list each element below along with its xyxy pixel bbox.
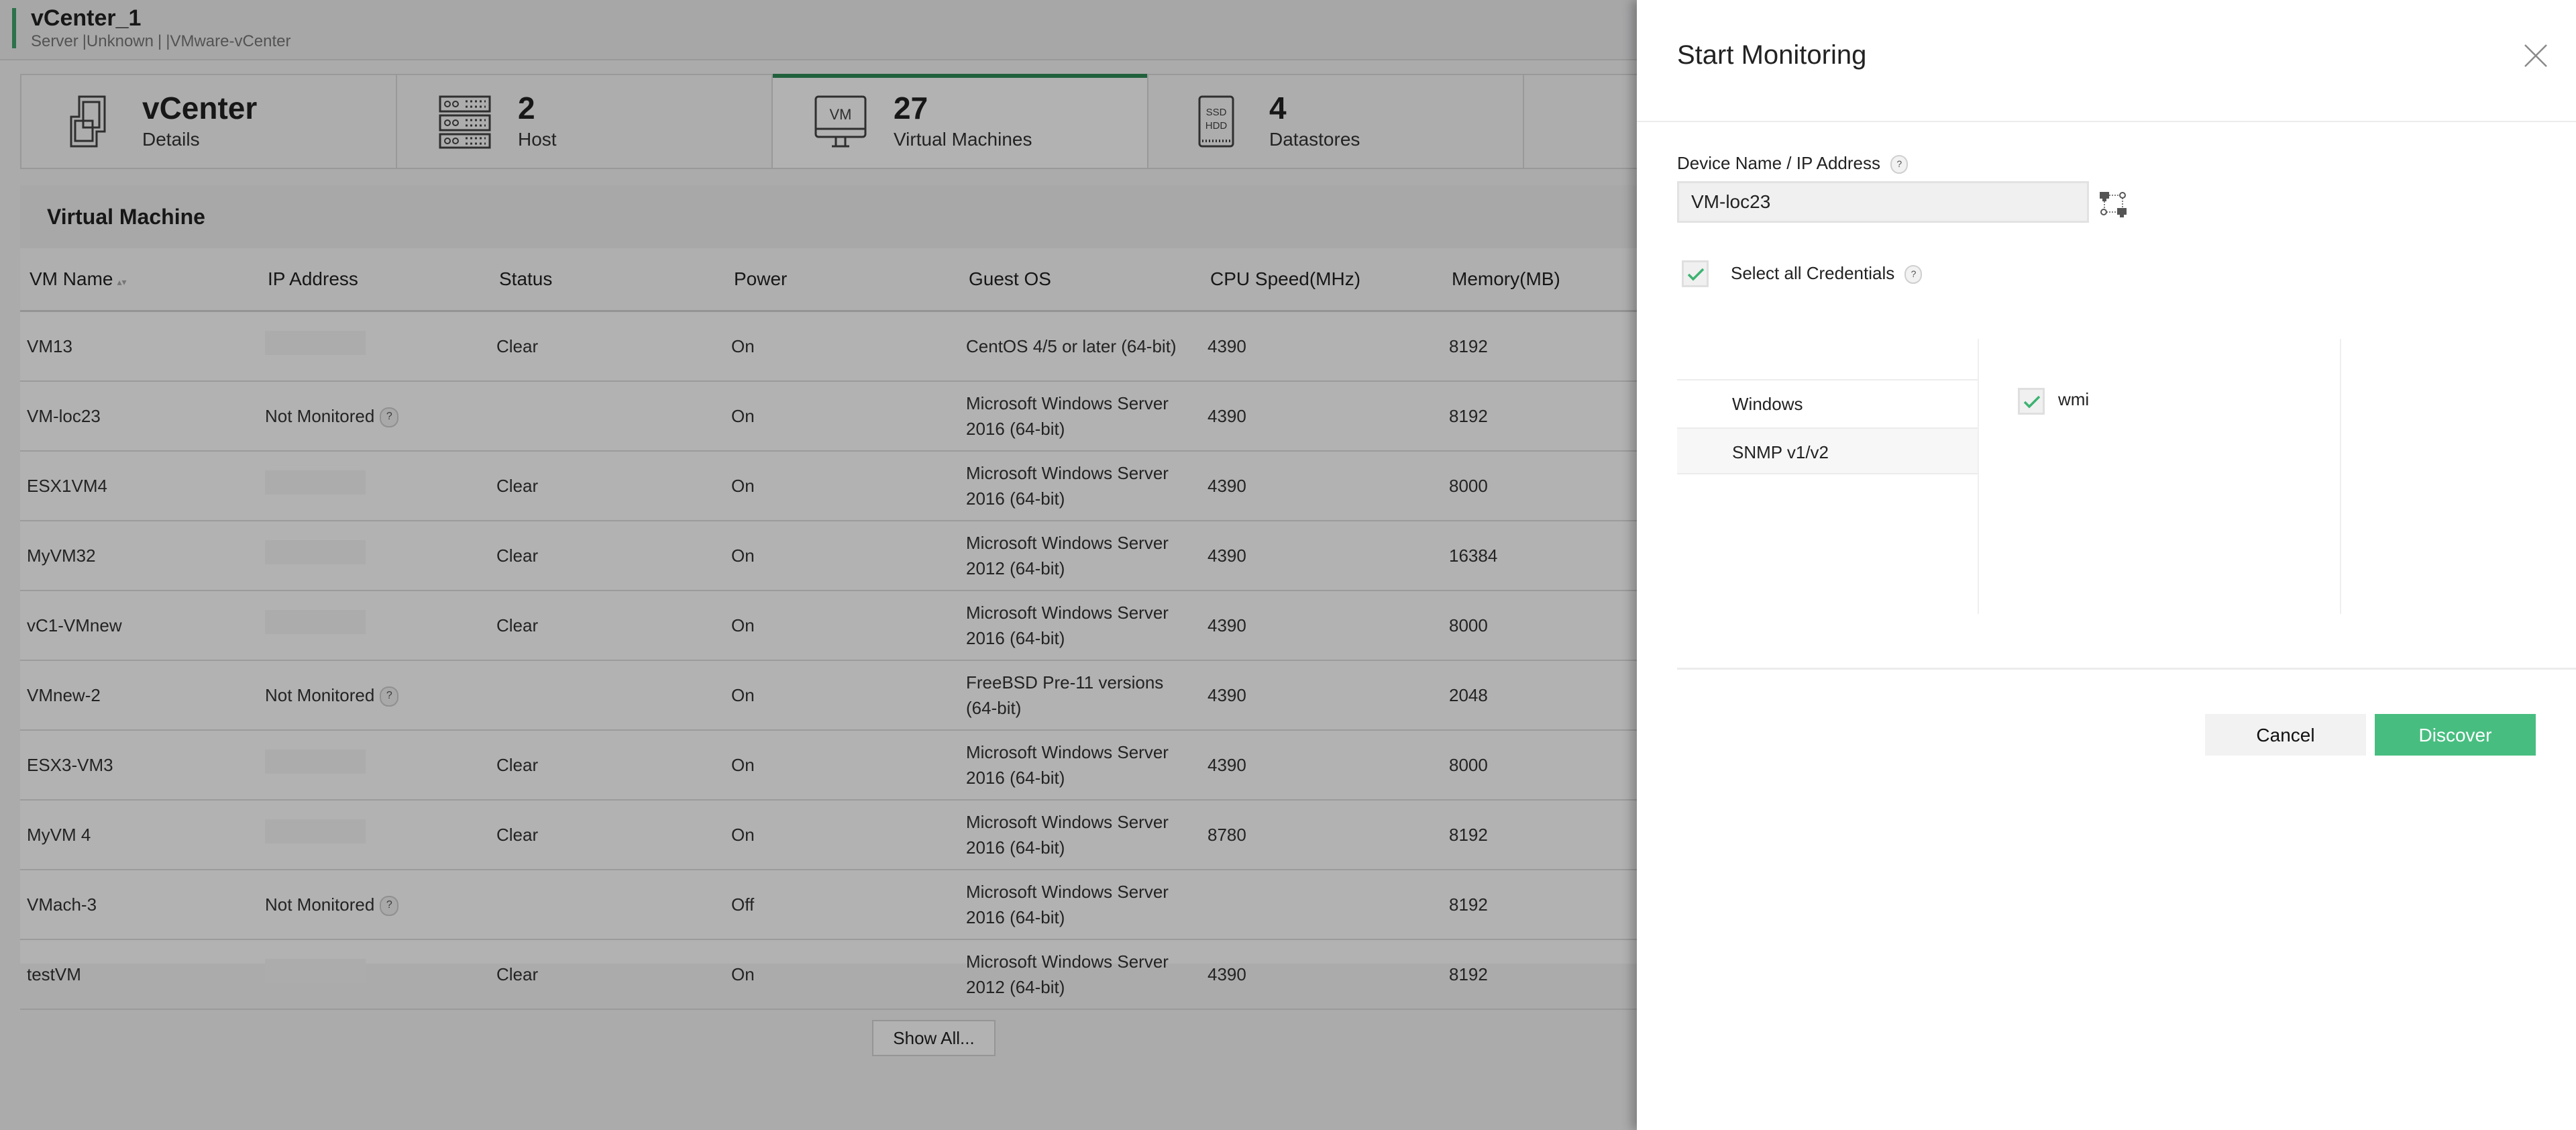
select-all-credentials-label: Select all Credentials ? — [1731, 263, 1923, 285]
help-icon[interactable]: ? — [1904, 265, 1923, 285]
select-all-credentials-text: Select all Credentials — [1731, 263, 1895, 283]
header-divider — [1637, 121, 2576, 122]
discover-button[interactable]: Discover — [2375, 714, 2536, 756]
select-all-credentials-checkbox[interactable] — [1682, 260, 1709, 287]
checkmark-icon — [1687, 268, 1705, 281]
cancel-button[interactable]: Cancel — [2205, 714, 2366, 756]
credential-type-windows[interactable]: Windows — [1677, 379, 1978, 426]
device-name-input[interactable] — [1677, 181, 2089, 223]
credential-column-divider — [2340, 339, 2341, 614]
modal-overlay[interactable] — [0, 0, 1637, 1130]
device-name-label-text: Device Name / IP Address — [1677, 153, 1880, 173]
start-monitoring-panel: Start Monitoring Device Name / IP Addres… — [1637, 0, 2576, 1130]
credential-type-snmp[interactable]: SNMP v1/v2 — [1677, 427, 1978, 474]
wmi-credential-label: wmi — [2058, 389, 2090, 409]
help-icon[interactable]: ? — [1890, 155, 1909, 174]
panel-title: Start Monitoring — [1677, 40, 1867, 70]
wmi-credential-checkbox[interactable] — [2018, 388, 2045, 415]
credential-type-list: Windows SNMP v1/v2 — [1677, 339, 1979, 614]
footer-divider — [1677, 668, 2576, 670]
network-discovery-icon[interactable] — [2098, 189, 2128, 219]
checkmark-icon — [2023, 395, 2041, 409]
close-icon[interactable] — [2524, 44, 2548, 68]
device-name-label: Device Name / IP Address ? — [1677, 153, 1909, 174]
